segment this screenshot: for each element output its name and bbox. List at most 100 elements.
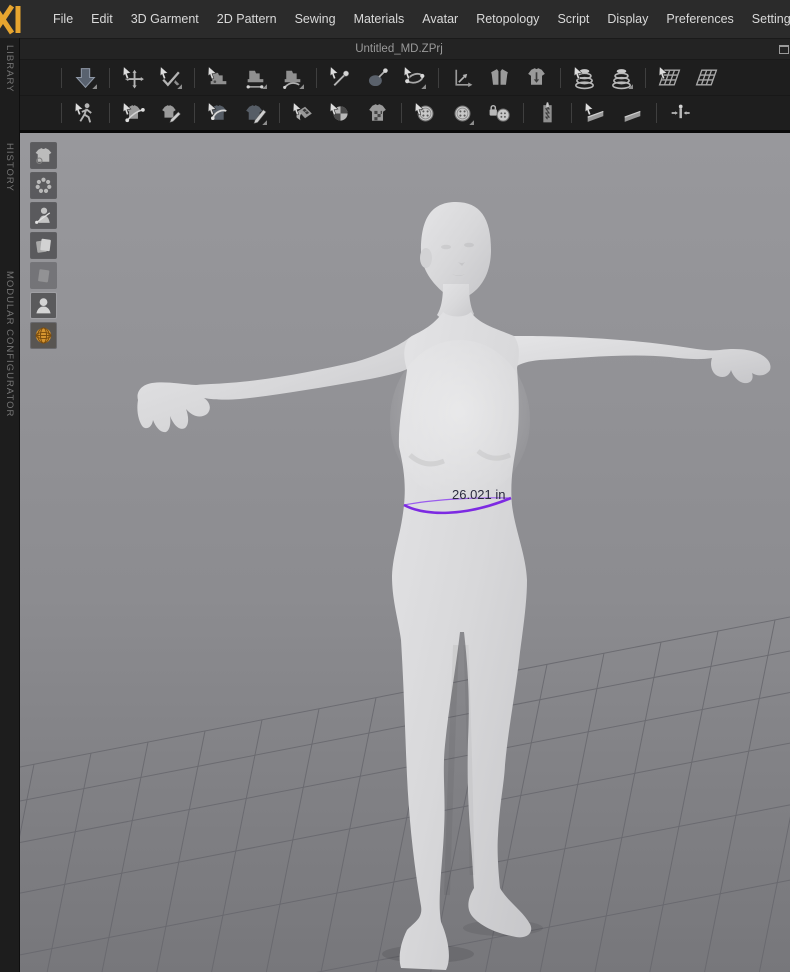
dark-shirt-pencil-icon xyxy=(243,101,268,126)
menu-settings[interactable]: Settings xyxy=(744,0,790,38)
zipper-button[interactable] xyxy=(529,98,566,128)
trim-curve-button[interactable] xyxy=(200,98,237,128)
arrangement-gizmo-button[interactable] xyxy=(444,63,481,93)
menu-materials[interactable]: Materials xyxy=(346,0,413,38)
3d-scene[interactable]: 26.021 in xyxy=(20,133,790,972)
texture-shirt-button[interactable] xyxy=(359,98,396,128)
side-tab-library[interactable]: LIBRARY xyxy=(4,45,15,92)
cursor-bucket-icon xyxy=(291,101,316,126)
edit-trim-button[interactable] xyxy=(237,98,274,128)
pin-arrows-icon xyxy=(668,101,693,126)
shirt-icon xyxy=(33,145,54,166)
toolbar-row-2 xyxy=(20,95,790,130)
show-avatar-toggle[interactable] xyxy=(30,292,57,319)
sew-button[interactable] xyxy=(200,63,237,93)
flat-trim-button[interactable] xyxy=(614,98,651,128)
shirt-arrow-icon xyxy=(524,65,549,90)
sewing-machine-segment-icon xyxy=(243,65,268,90)
pleat-pin-button[interactable] xyxy=(662,98,699,128)
menu-preferences[interactable]: Preferences xyxy=(658,0,741,38)
menu-retopology[interactable]: Retopology xyxy=(468,0,547,38)
menu-edit[interactable]: Edit xyxy=(83,0,121,38)
lock-button-icon xyxy=(487,101,512,126)
button-icon xyxy=(450,101,475,126)
show-seamlines-toggle[interactable] xyxy=(30,172,57,199)
transform-pattern-button[interactable] xyxy=(152,63,189,93)
axis-arrow-icon xyxy=(450,65,475,90)
edit-tape-button[interactable] xyxy=(152,98,189,128)
segment-sewing-button[interactable] xyxy=(237,63,274,93)
stack-icon xyxy=(609,65,634,90)
cursor-person-icon xyxy=(73,101,98,126)
menu-bar: File Edit 3D Garment 2D Pattern Sewing Materi… xyxy=(0,0,790,38)
free-sewing-button[interactable] xyxy=(274,63,311,93)
show-pattern-outline-toggle[interactable] xyxy=(30,262,57,289)
grid-icon xyxy=(694,65,719,90)
buttonhole-button[interactable] xyxy=(481,98,518,128)
toolbar-separator xyxy=(438,67,439,88)
viewport-toggle-column xyxy=(30,142,57,349)
toolbar-separator xyxy=(109,103,110,123)
edit-sewing-button[interactable] xyxy=(396,63,433,93)
cursor-checker-ball-icon xyxy=(328,101,353,126)
title-bar: Untitled_MD.ZPrj xyxy=(8,38,790,60)
cursor-pen-check-icon xyxy=(158,65,183,90)
toolbar-separator xyxy=(316,67,317,88)
tack-button[interactable] xyxy=(359,63,396,93)
flat-trim-select-button[interactable] xyxy=(577,98,614,128)
texture-surface-toggle[interactable] xyxy=(30,322,57,349)
toolbar-separator xyxy=(194,67,195,88)
tape-measure-button[interactable] xyxy=(115,98,152,128)
cursor-pin-icon xyxy=(328,65,353,90)
show-garment-toggle[interactable] xyxy=(30,142,57,169)
menu-display[interactable]: Display xyxy=(599,0,656,38)
toolbar-separator xyxy=(571,103,572,123)
measure-stack-button[interactable] xyxy=(603,63,640,93)
toolbar-separator xyxy=(560,67,561,88)
3d-viewport[interactable]: 26.021 in xyxy=(20,133,790,972)
simulate-button[interactable] xyxy=(67,63,104,93)
fold-arrangement-button[interactable] xyxy=(518,63,555,93)
toolbar-separator xyxy=(109,67,110,88)
grid-select-button[interactable] xyxy=(651,63,688,93)
show-patterns-toggle[interactable] xyxy=(30,232,57,259)
cursor-dark-shirt-icon xyxy=(206,101,231,126)
menu-script[interactable]: Script xyxy=(549,0,597,38)
texture-paint-button[interactable] xyxy=(285,98,322,128)
texture-ball-button[interactable] xyxy=(322,98,359,128)
menu-3d-garment[interactable]: 3D Garment xyxy=(123,0,207,38)
avatar-walk-button[interactable] xyxy=(67,98,104,128)
pin-button[interactable] xyxy=(322,63,359,93)
toolbar-separator xyxy=(645,67,646,88)
sewing-machine-curve-icon xyxy=(280,65,305,90)
toolbar-separator xyxy=(523,103,524,123)
side-tab-strip: LIBRARY HISTORY MODULAR CONFIGURATOR xyxy=(0,38,20,972)
button-button[interactable] xyxy=(444,98,481,128)
person-tape-icon xyxy=(33,205,54,226)
menu-sewing[interactable]: Sewing xyxy=(287,0,344,38)
menu-2d-pattern[interactable]: 2D Pattern xyxy=(209,0,285,38)
zipper-icon xyxy=(535,101,560,126)
stacked-sheets-icon xyxy=(33,235,54,256)
toolbar-separator xyxy=(194,103,195,123)
select-move-button[interactable] xyxy=(115,63,152,93)
wedge-icon xyxy=(620,101,645,126)
show-pattern-pieces-button[interactable] xyxy=(481,63,518,93)
toolbar-viewport-divider xyxy=(0,130,790,133)
bust-icon xyxy=(33,295,54,316)
side-tab-history[interactable]: HISTORY xyxy=(4,143,15,192)
shirt-pen-icon xyxy=(158,101,183,126)
show-avatar-measurements-toggle[interactable] xyxy=(30,202,57,229)
cursor-wedge-icon xyxy=(583,101,608,126)
toolbar-separator xyxy=(656,103,657,123)
side-tab-modular-configurator[interactable]: MODULAR CONFIGURATOR xyxy=(4,271,15,417)
menu-avatar[interactable]: Avatar xyxy=(414,0,466,38)
float-window-icon[interactable] xyxy=(779,45,789,54)
marvelous-designer-window: { "app": { "logo_color": "#e7a52f" }, "m… xyxy=(0,0,790,972)
grid-button[interactable] xyxy=(688,63,725,93)
cursor-loop-icon xyxy=(402,65,427,90)
measure-select-button[interactable] xyxy=(566,63,603,93)
menu-file[interactable]: File xyxy=(45,0,81,38)
marvelous-designer-logo-icon xyxy=(0,4,21,35)
button-place-button[interactable] xyxy=(407,98,444,128)
